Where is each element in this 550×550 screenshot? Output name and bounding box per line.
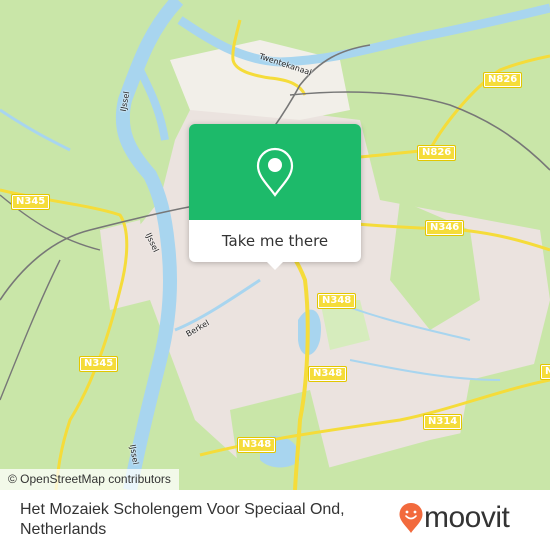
stream — [0, 108, 71, 152]
road-label-n3: N3 — [539, 364, 550, 380]
footer: Het Mozaiek Scholengem Voor Speciaal Ond… — [0, 490, 550, 550]
popup-header[interactable] — [189, 124, 361, 220]
road-label-n346: N346 — [424, 220, 465, 236]
popup-pointer — [267, 262, 283, 270]
road-label-n348: N348 — [307, 366, 348, 382]
road-label-n348: N348 — [316, 293, 357, 309]
road-label-n345: N345 — [78, 356, 119, 372]
place-name-line-2: Netherlands — [20, 521, 107, 538]
moovit-smile-pin-icon — [399, 503, 423, 533]
road-label-n345: N345 — [10, 194, 51, 210]
map-attribution[interactable]: © OpenStreetMap contributors — [0, 469, 179, 490]
take-me-there-popup[interactable]: Take me there — [189, 124, 361, 270]
moovit-wordmark: moovit — [424, 501, 510, 534]
road-label-n314: N314 — [422, 414, 463, 430]
place-name-line-1: Het Mozaiek Scholengem Voor Speciaal Ond… — [20, 501, 345, 518]
place-name: Het Mozaiek Scholengem Voor Speciaal Ond… — [20, 500, 345, 540]
rail-line — [0, 259, 61, 401]
road-label-n826: N826 — [416, 145, 457, 161]
take-me-there-button[interactable]: Take me there — [189, 220, 361, 262]
road-label-n348: N348 — [236, 437, 277, 453]
map-pin-icon — [256, 147, 294, 197]
moovit-logo[interactable]: moovit — [398, 501, 510, 534]
road-label-n826: N826 — [482, 72, 523, 88]
river-ijssel-arm — [136, 68, 169, 141]
